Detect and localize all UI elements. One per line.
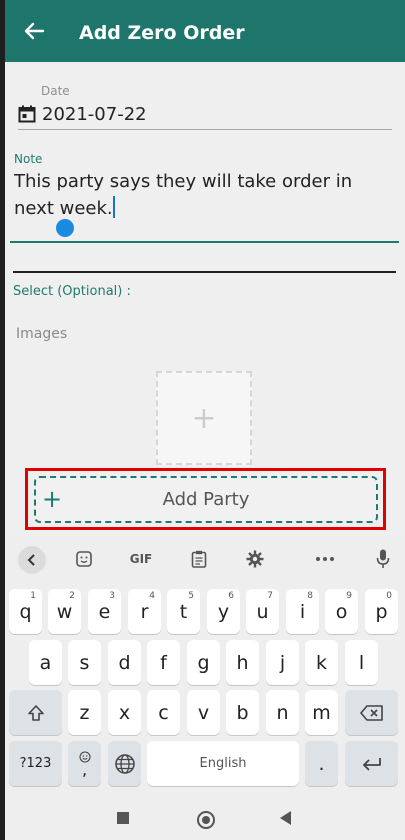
screen: Add Zero Order Date 2021-07-22 Note This… xyxy=(0,0,405,840)
shift-key[interactable] xyxy=(9,690,62,735)
key-v[interactable]: v xyxy=(187,690,220,735)
chevron-left-icon[interactable] xyxy=(18,546,46,574)
gif-button[interactable]: GIF xyxy=(126,548,156,570)
keyboard-toolbar: GIF xyxy=(5,537,405,581)
soft-keyboard: GIF q1 w2 e3 r4 t5 y6 u7 i8 o9 p0 a s d xyxy=(5,537,405,795)
symbols-key[interactable]: ?123 xyxy=(9,741,62,786)
comma-label: , xyxy=(81,759,88,779)
key-t[interactable]: t5 xyxy=(167,589,200,634)
home-icon[interactable] xyxy=(197,811,215,829)
backspace-icon xyxy=(359,704,383,721)
add-party-button[interactable]: + Add Party xyxy=(34,476,378,523)
enter-icon xyxy=(362,757,381,771)
key-k[interactable]: k xyxy=(305,640,338,685)
key-h[interactable]: h xyxy=(226,640,259,685)
key-i[interactable]: i8 xyxy=(286,589,319,634)
system-nav-bar xyxy=(5,795,405,840)
calendar-icon xyxy=(18,105,36,123)
key-w[interactable]: w2 xyxy=(48,589,81,634)
comma-emoji-key[interactable]: , xyxy=(68,741,101,786)
note-label: Note xyxy=(14,152,43,166)
gear-icon[interactable] xyxy=(242,548,268,570)
form-sheet: Date 2021-07-22 Note This party says the… xyxy=(5,62,405,537)
globe-icon xyxy=(114,753,135,774)
space-key[interactable]: English xyxy=(147,741,299,786)
enter-key[interactable] xyxy=(345,741,398,786)
mic-icon[interactable] xyxy=(370,548,396,570)
clipboard-icon[interactable] xyxy=(186,548,212,570)
key-b[interactable]: b xyxy=(226,690,259,735)
key-u[interactable]: u7 xyxy=(246,589,279,634)
note-input[interactable]: This party says they will take order in … xyxy=(14,168,396,222)
key-y[interactable]: y6 xyxy=(207,589,240,634)
key-l[interactable]: l xyxy=(345,640,378,685)
text-cursor xyxy=(112,196,115,218)
key-c[interactable]: c xyxy=(147,690,180,735)
select-label: Select (Optional) : xyxy=(13,284,131,299)
back-arrow-icon[interactable] xyxy=(23,20,45,42)
note-underline xyxy=(10,241,399,243)
back-icon[interactable] xyxy=(280,811,291,825)
key-m[interactable]: m xyxy=(305,690,338,735)
key-f[interactable]: f xyxy=(147,640,180,685)
key-q[interactable]: q1 xyxy=(9,589,42,634)
key-e[interactable]: e3 xyxy=(88,589,121,634)
plus-icon: + xyxy=(191,401,217,436)
cursor-handle[interactable] xyxy=(56,219,74,237)
add-party-label: Add Party xyxy=(162,489,250,510)
more-icon[interactable] xyxy=(312,548,338,570)
date-label: Date xyxy=(41,84,70,98)
key-o[interactable]: o9 xyxy=(325,589,358,634)
date-value: 2021-07-22 xyxy=(42,104,147,125)
divider xyxy=(13,271,396,273)
period-key[interactable]: . xyxy=(305,741,338,786)
shift-icon xyxy=(27,704,44,721)
key-s[interactable]: s xyxy=(68,640,101,685)
key-j[interactable]: j xyxy=(266,640,299,685)
page-title: Add Zero Order xyxy=(79,22,245,44)
add-image-button[interactable]: + xyxy=(156,371,252,465)
key-a[interactable]: a xyxy=(29,640,62,685)
key-r[interactable]: r4 xyxy=(128,589,161,634)
key-x[interactable]: x xyxy=(108,690,141,735)
note-text: This party says they will take order in … xyxy=(14,171,353,219)
images-label: Images xyxy=(16,326,68,342)
sticker-icon[interactable] xyxy=(71,548,97,570)
date-field[interactable]: 2021-07-22 xyxy=(18,101,392,130)
recents-icon[interactable] xyxy=(117,812,129,824)
key-z[interactable]: z xyxy=(68,690,101,735)
key-n[interactable]: n xyxy=(266,690,299,735)
key-p[interactable]: p0 xyxy=(365,589,398,634)
app-bar: Add Zero Order xyxy=(5,0,405,62)
backspace-key[interactable] xyxy=(345,690,398,735)
key-d[interactable]: d xyxy=(108,640,141,685)
language-key[interactable] xyxy=(108,741,141,786)
key-g[interactable]: g xyxy=(187,640,220,685)
